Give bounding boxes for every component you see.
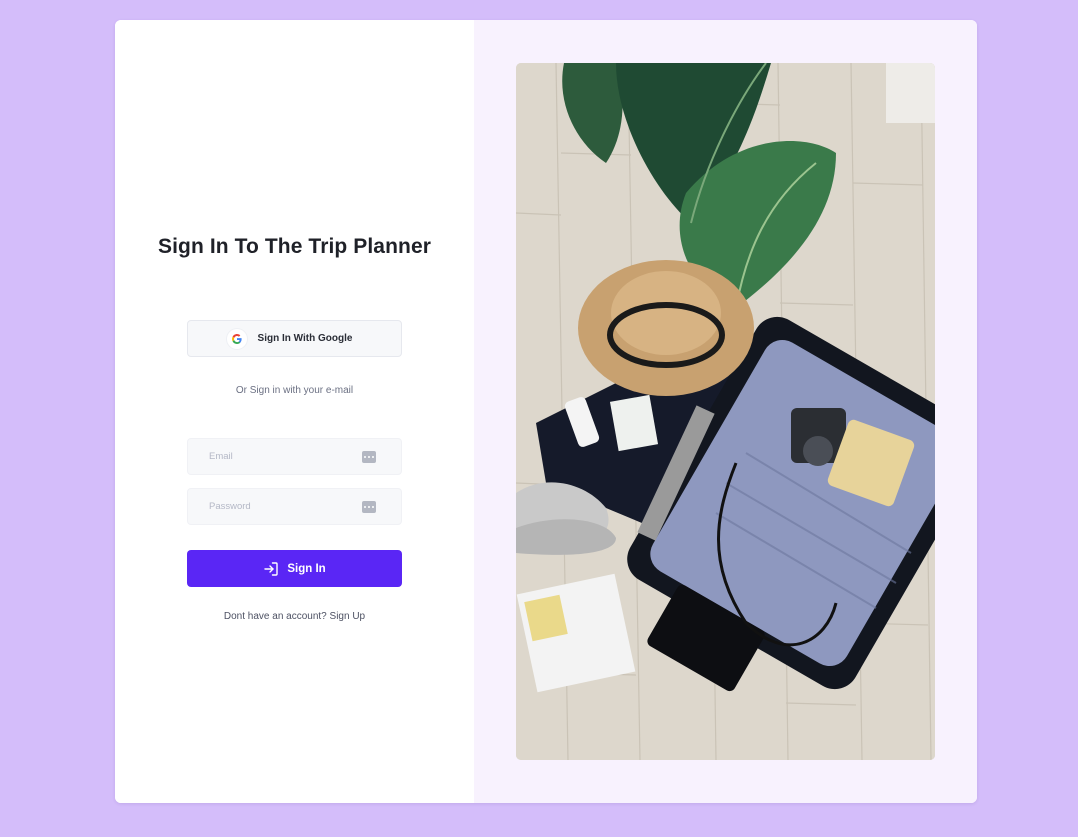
travel-photo [516,63,935,760]
or-divider-text: Or Sign in with your e-mail [235,385,354,396]
signup-prompt-text: Dont have an account? [223,611,330,622]
login-card: Sign In To The Trip Planner Sign In With… [115,20,977,803]
signin-button-label: Sign In [287,562,326,575]
google-icon [226,328,247,349]
email-dots-icon[interactable] [362,451,376,463]
signin-button[interactable]: Sign In [187,550,402,587]
signup-link[interactable]: Sign Up [330,611,366,622]
password-dots-icon[interactable] [362,501,376,513]
google-signin-button[interactable]: Sign In With Google [187,320,402,357]
password-field-wrapper [187,488,402,525]
sign-in-arrow-icon [263,561,279,577]
email-field-wrapper [187,438,402,475]
page-title: Sign In To The Trip Planner [158,235,431,258]
image-panel [474,20,977,803]
login-panel: Sign In To The Trip Planner Sign In With… [115,20,474,803]
google-button-label: Sign In With Google [257,333,353,344]
signup-prompt: Dont have an account? Sign Up [115,611,474,622]
